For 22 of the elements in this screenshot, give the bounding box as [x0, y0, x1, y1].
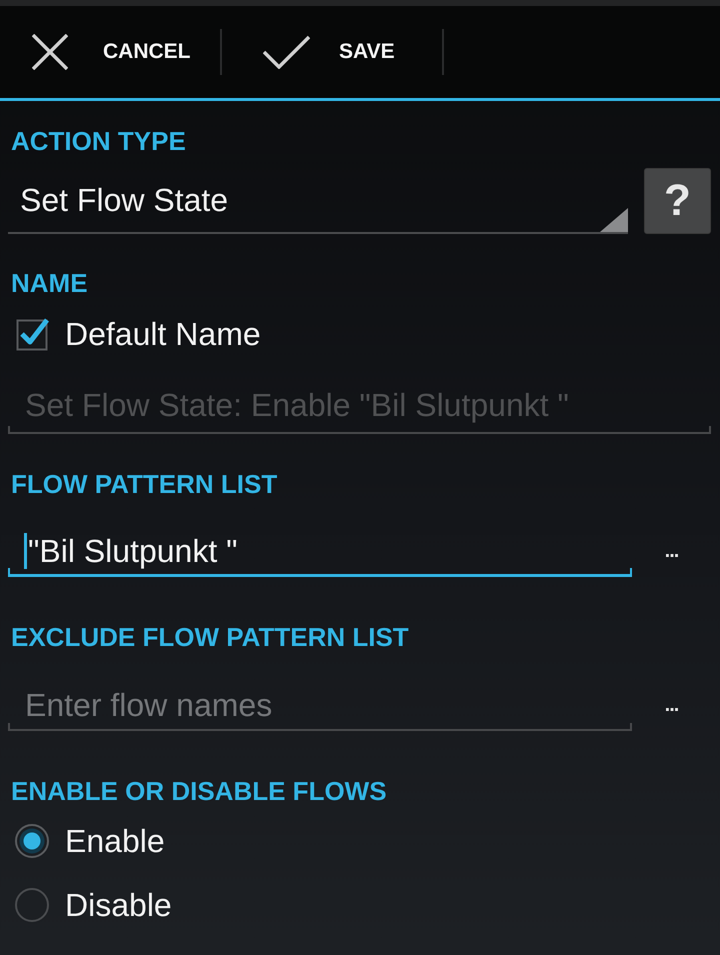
- checkbox[interactable]: [16, 317, 50, 351]
- exclude-pattern-field[interactable]: Enter flow names: [8, 674, 632, 731]
- more-button[interactable]: ...: [632, 674, 711, 731]
- checkbox-label: Default Name: [65, 316, 261, 352]
- radio-button[interactable]: [15, 824, 49, 858]
- close-icon: [32, 34, 68, 70]
- radio-label: Enable: [65, 822, 165, 860]
- section-label: EXCLUDE FLOW PATTERN LIST: [10, 622, 410, 652]
- section-label: ENABLE OR DISABLE FLOWS: [10, 776, 388, 806]
- more-button[interactable]: ...: [632, 520, 711, 577]
- action-type-dropdown[interactable]: Set Flow State: [8, 170, 628, 234]
- section-label: ACTION TYPE: [10, 126, 187, 156]
- section-label: NAME: [10, 268, 89, 298]
- checkmark-icon: [263, 35, 310, 69]
- radio-button[interactable]: [15, 888, 49, 922]
- section-label: FLOW PATTERN LIST: [10, 469, 278, 499]
- help-button[interactable]: ?: [644, 168, 711, 234]
- dropdown-corner-icon: [600, 208, 628, 232]
- cancel-button[interactable]: CANCEL: [0, 6, 220, 98]
- save-button[interactable]: SAVE: [222, 6, 442, 98]
- radio-label: Disable: [65, 886, 172, 924]
- flow-pattern-field[interactable]: "Bil Slutpunkt ": [8, 520, 632, 577]
